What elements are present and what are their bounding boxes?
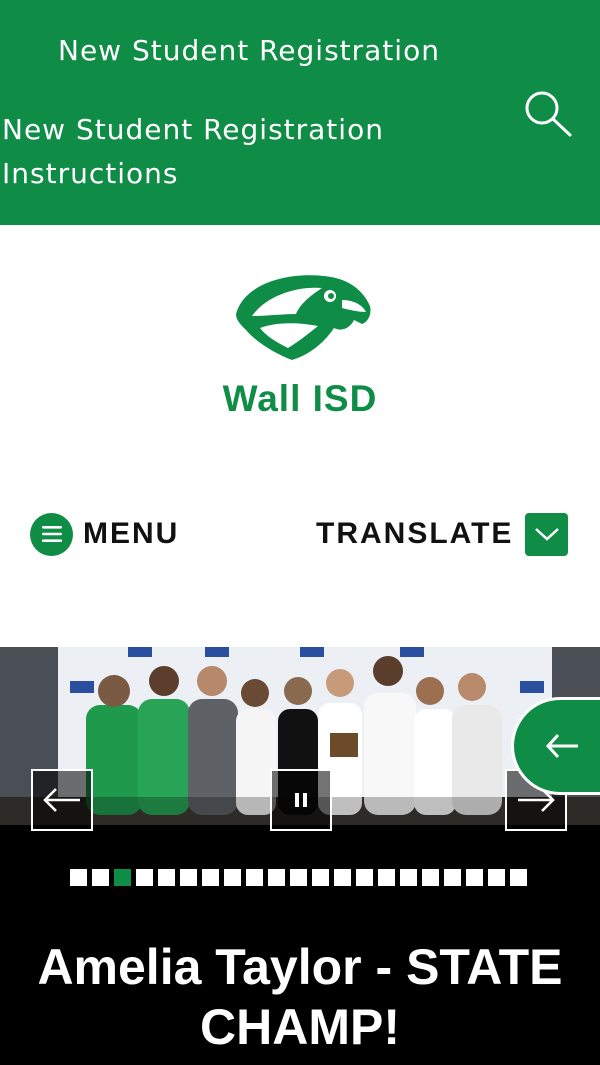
slide-dot[interactable] [312, 869, 329, 886]
site-title[interactable]: Wall ISD [0, 378, 600, 420]
new-student-registration-link[interactable]: New Student Registration [58, 34, 440, 67]
slide-dot[interactable] [378, 869, 395, 886]
slide-prev-button[interactable] [31, 769, 93, 831]
slide-dot[interactable] [334, 869, 351, 886]
translate-label: TRANSLATE [316, 517, 514, 550]
menu-label: MENU [83, 517, 180, 550]
registration-instructions-link[interactable]: New Student Registration Instructions [2, 108, 422, 196]
slide-dot[interactable] [70, 869, 87, 886]
slide-dot[interactable] [444, 869, 461, 886]
slide-dot[interactable] [246, 869, 263, 886]
slide-dot[interactable] [488, 869, 505, 886]
translate-button[interactable]: TRANSLATE [316, 512, 569, 556]
slide-dot[interactable] [158, 869, 175, 886]
search-icon [525, 91, 572, 137]
hamburger-icon [30, 512, 73, 556]
slide-dot[interactable] [180, 869, 197, 886]
slide-caption[interactable]: Amelia Taylor - STATE CHAMP! [0, 937, 600, 1057]
arrow-left-icon [43, 788, 80, 812]
slideshow: Amelia Taylor - STATE CHAMP! [0, 647, 600, 1065]
slide-dot[interactable] [466, 869, 483, 886]
top-bar: New Student Registration New Student Reg… [0, 0, 600, 225]
arrow-left-icon [545, 733, 578, 759]
pause-icon [295, 793, 307, 807]
slide-dot[interactable] [356, 869, 373, 886]
chevron-down-icon [525, 512, 569, 556]
slide-dot[interactable] [92, 869, 109, 886]
slide-pause-button[interactable] [270, 769, 332, 831]
eagle-head-logo[interactable] [226, 270, 374, 362]
slide-dot[interactable] [202, 869, 219, 886]
slide-dot[interactable] [510, 869, 527, 886]
slide-dot[interactable] [136, 869, 153, 886]
slide-dot[interactable] [268, 869, 285, 886]
slide-dot[interactable] [400, 869, 417, 886]
slide-dot[interactable] [114, 869, 131, 886]
side-panel-toggle[interactable] [514, 700, 600, 792]
slide-indicators [70, 869, 527, 886]
search-button[interactable] [520, 88, 576, 144]
slide-dot[interactable] [224, 869, 241, 886]
menu-button[interactable]: MENU [30, 512, 179, 556]
slide-dot[interactable] [290, 869, 307, 886]
slide-dot[interactable] [422, 869, 439, 886]
